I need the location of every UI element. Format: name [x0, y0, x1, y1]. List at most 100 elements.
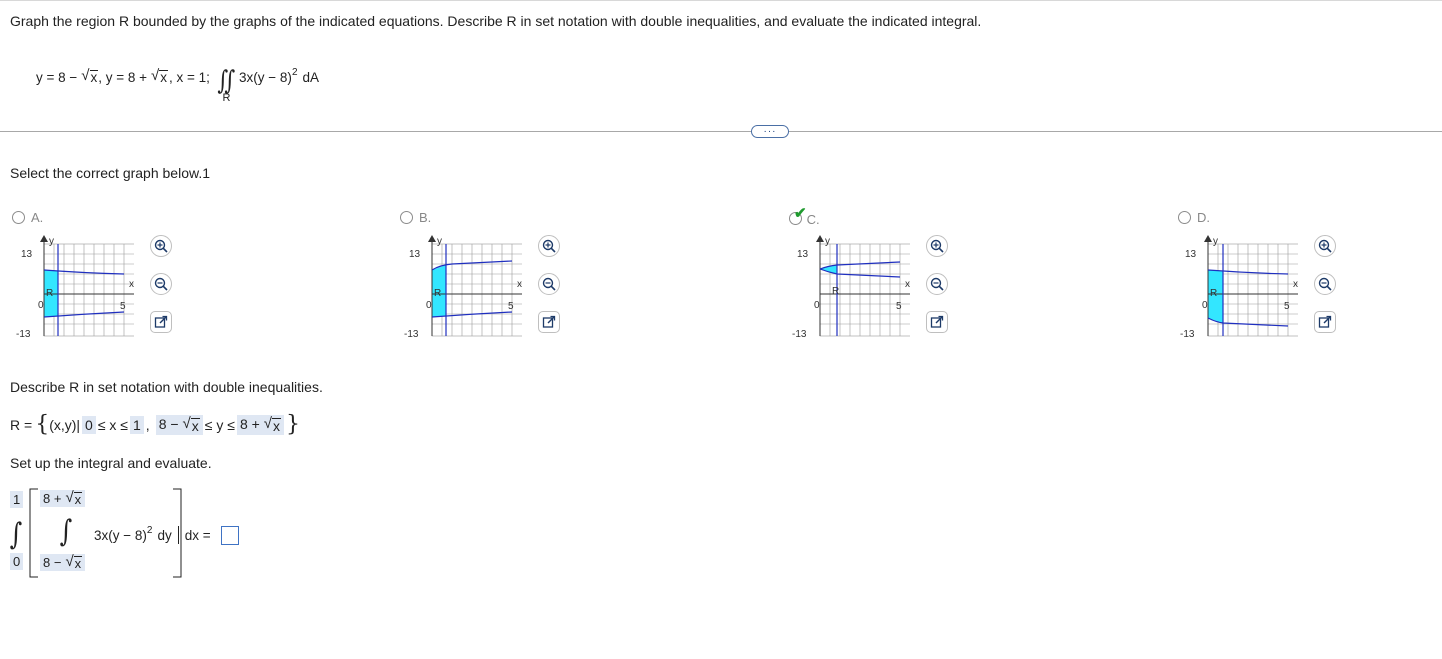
given-equations: y = 8 − √ x , y = 8 + √ x , x = 1; ∫∫ R 3x… [36, 54, 320, 105]
open-in-new-button[interactable] [926, 311, 948, 333]
outer-lower-limit[interactable]: 0 [10, 553, 24, 570]
sqrt-x-1: √ x [81, 67, 99, 86]
option-b-tools [538, 235, 560, 333]
origin-label: 0 [814, 300, 820, 311]
external-link-icon [154, 315, 168, 328]
y-upper-prefix: 8 + [239, 415, 260, 432]
sqrt-x: √ x [263, 414, 282, 434]
origin-label: 0 [1202, 300, 1208, 311]
zoom-in-icon [542, 239, 556, 253]
x-upper-bound-answer[interactable]: 1 [130, 416, 144, 434]
correct-check-icon: ✔ [794, 205, 807, 222]
zoom-in-button[interactable] [1314, 235, 1336, 257]
close-brace: } [286, 412, 301, 437]
zoom-out-button[interactable] [150, 273, 172, 295]
area-differential: dA [302, 69, 320, 85]
open-in-new-button[interactable] [150, 311, 172, 333]
zoom-out-button[interactable] [538, 273, 560, 295]
option-a[interactable]: A. [12, 210, 43, 225]
x-inequality: ≤ x ≤ [97, 417, 128, 433]
equation-2-prefix: , y = 8 + [98, 69, 148, 85]
inner-upper-prefix: 8 + [43, 491, 62, 507]
y-lower-prefix: 8 − [158, 415, 179, 432]
zoom-out-icon [930, 277, 944, 291]
external-link-icon [930, 315, 944, 328]
y-min-label: -13 [16, 329, 31, 340]
zoom-in-icon [154, 239, 168, 253]
set-start: (x,y)| [49, 417, 81, 433]
zoom-in-button[interactable] [538, 235, 560, 257]
set-notation-answer: R = { (x,y)| 0 ≤ x ≤ 1 , 8 − √ x ≤ y ≤ 8 … [10, 414, 300, 436]
zoom-in-button[interactable] [150, 235, 172, 257]
zoom-out-icon [154, 277, 168, 291]
x-lower-bound-answer[interactable]: 0 [82, 416, 96, 434]
iterated-integral: 1 ∫ 0 8 + √ x ∫ 8 − √ x 3x(y − 8) 2 dy dx … [10, 487, 250, 579]
y-axis-label: y [1213, 236, 1218, 247]
option-d[interactable]: D. [1178, 210, 1210, 225]
y-axis-arrow [428, 235, 436, 242]
equation-3: , x = 1; [169, 69, 210, 85]
y-axis-arrow [816, 235, 824, 242]
option-a-graph: 13 -13 y x R 0 5 [16, 235, 134, 340]
option-d-radio[interactable] [1178, 211, 1191, 224]
y-axis-label: y [825, 236, 830, 247]
set-comma: , [145, 417, 150, 433]
option-a-tools [150, 235, 172, 333]
y-inequality: ≤ y ≤ [204, 417, 235, 433]
setup-prompt: Set up the integral and evaluate. [10, 455, 212, 471]
y-axis-label: y [437, 236, 442, 247]
integral-answer-input[interactable] [221, 526, 239, 545]
outer-integral-symbol: ∫ [9, 517, 23, 552]
outer-upper-limit[interactable]: 1 [10, 491, 24, 508]
open-in-new-button[interactable] [538, 311, 560, 333]
region-label: R [832, 286, 839, 297]
x-tick-label: 5 [508, 301, 514, 312]
y-max-label: 13 [1185, 249, 1197, 260]
y-max-label: 13 [409, 249, 421, 260]
left-bracket [29, 488, 38, 578]
y-max-label: 13 [21, 249, 33, 260]
equation-1-prefix: y = 8 − [36, 69, 78, 85]
y-axis-arrow [40, 235, 48, 242]
inner-upper-limit[interactable]: 8 + √ x [40, 489, 86, 508]
sqrt-x: √ x [182, 414, 200, 434]
setup-integrand-power: 2 [146, 524, 153, 536]
option-b[interactable]: B. [400, 210, 431, 225]
x-axis-label: x [129, 279, 134, 290]
option-c[interactable]: ✔ C. [789, 205, 820, 227]
option-a-radio[interactable] [12, 211, 25, 224]
region-label: R [434, 288, 441, 299]
integrand-power: 2 [291, 66, 298, 78]
option-d-tools [1314, 235, 1336, 333]
setup-integrand: 3x(y − 8) 2 dy dx = [94, 524, 211, 544]
option-b-radio[interactable] [400, 211, 413, 224]
open-in-new-button[interactable] [1314, 311, 1336, 333]
double-integral-symbol: ∫∫ R [217, 66, 236, 104]
zoom-out-icon [1318, 277, 1332, 291]
inner-lower-limit[interactable]: 8 − √ x [40, 554, 86, 572]
y-axis-arrow [1204, 235, 1212, 242]
external-link-icon [1318, 315, 1332, 328]
zoom-in-icon [1318, 239, 1332, 253]
zoom-in-button[interactable] [926, 235, 948, 257]
sqrt-x: √ x [65, 489, 83, 507]
x-tick-label: 5 [120, 301, 126, 312]
option-c-graph: 13 -13 y x R 0 5 [792, 235, 910, 340]
sqrt-x-2: √ x [151, 67, 169, 86]
option-d-graph: 13 -13 y x R 0 5 [1180, 235, 1298, 340]
y-min-label: -13 [1180, 329, 1195, 340]
y-lower-bound-answer[interactable]: 8 − √ x [155, 414, 203, 436]
inner-differential: dy [157, 527, 172, 543]
y-min-label: -13 [404, 329, 419, 340]
problem-instruction: Graph the region R bounded by the graphs… [10, 13, 982, 29]
inner-integral-symbol: ∫ [59, 514, 73, 549]
more-button[interactable]: ··· [751, 125, 789, 138]
zoom-out-button[interactable] [1314, 273, 1336, 295]
origin-label: 0 [426, 300, 432, 311]
y-upper-bound-answer[interactable]: 8 + √ x [236, 414, 285, 436]
origin-label: 0 [38, 300, 44, 311]
right-bracket [173, 488, 182, 578]
integrand: 3x(y − 8) [239, 69, 292, 85]
zoom-out-button[interactable] [926, 273, 948, 295]
x-axis-label: x [1293, 279, 1298, 290]
